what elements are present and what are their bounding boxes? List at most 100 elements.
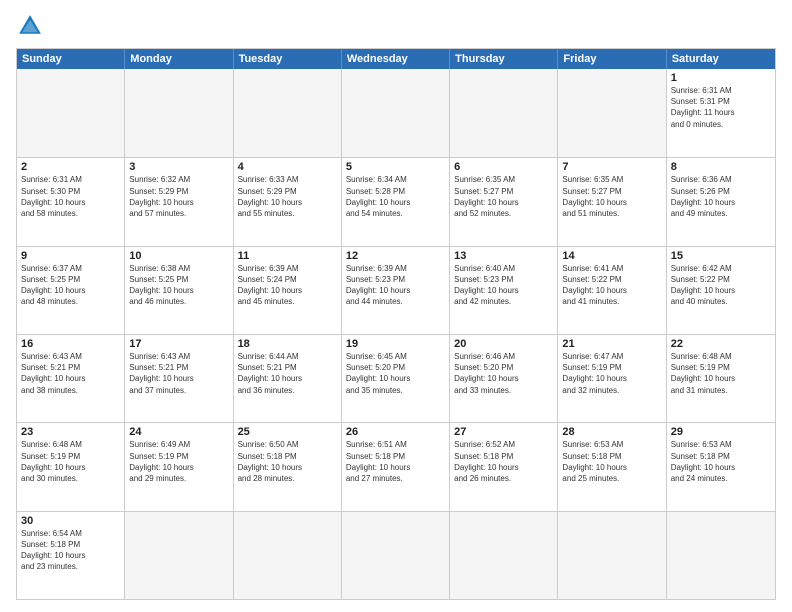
calendar-cell: 11Sunrise: 6:39 AM Sunset: 5:24 PM Dayli… <box>234 247 342 334</box>
day-number: 7 <box>562 161 661 173</box>
calendar-cell <box>125 512 233 599</box>
day-info: Sunrise: 6:51 AM Sunset: 5:18 PM Dayligh… <box>346 439 445 484</box>
calendar-cell: 9Sunrise: 6:37 AM Sunset: 5:25 PM Daylig… <box>17 247 125 334</box>
day-info: Sunrise: 6:33 AM Sunset: 5:29 PM Dayligh… <box>238 174 337 219</box>
day-info: Sunrise: 6:42 AM Sunset: 5:22 PM Dayligh… <box>671 263 771 308</box>
day-number: 21 <box>562 338 661 350</box>
calendar-cell: 18Sunrise: 6:44 AM Sunset: 5:21 PM Dayli… <box>234 335 342 422</box>
day-number: 11 <box>238 250 337 262</box>
day-number: 24 <box>129 426 228 438</box>
day-info: Sunrise: 6:52 AM Sunset: 5:18 PM Dayligh… <box>454 439 553 484</box>
day-info: Sunrise: 6:32 AM Sunset: 5:29 PM Dayligh… <box>129 174 228 219</box>
day-info: Sunrise: 6:31 AM Sunset: 5:30 PM Dayligh… <box>21 174 120 219</box>
calendar-cell: 1Sunrise: 6:31 AM Sunset: 5:31 PM Daylig… <box>667 69 775 157</box>
logo <box>16 12 48 40</box>
calendar-cell: 6Sunrise: 6:35 AM Sunset: 5:27 PM Daylig… <box>450 158 558 245</box>
calendar-cell <box>558 69 666 157</box>
calendar-row-2: 9Sunrise: 6:37 AM Sunset: 5:25 PM Daylig… <box>17 246 775 334</box>
day-number: 1 <box>671 72 771 84</box>
day-info: Sunrise: 6:39 AM Sunset: 5:23 PM Dayligh… <box>346 263 445 308</box>
calendar-cell: 26Sunrise: 6:51 AM Sunset: 5:18 PM Dayli… <box>342 423 450 510</box>
day-number: 30 <box>21 515 120 527</box>
calendar-cell <box>450 69 558 157</box>
day-number: 17 <box>129 338 228 350</box>
calendar-cell <box>17 69 125 157</box>
day-number: 8 <box>671 161 771 173</box>
day-number: 15 <box>671 250 771 262</box>
calendar-cell: 19Sunrise: 6:45 AM Sunset: 5:20 PM Dayli… <box>342 335 450 422</box>
calendar-cell <box>450 512 558 599</box>
calendar-cell: 23Sunrise: 6:48 AM Sunset: 5:19 PM Dayli… <box>17 423 125 510</box>
day-info: Sunrise: 6:37 AM Sunset: 5:25 PM Dayligh… <box>21 263 120 308</box>
day-info: Sunrise: 6:31 AM Sunset: 5:31 PM Dayligh… <box>671 85 771 130</box>
calendar-row-3: 16Sunrise: 6:43 AM Sunset: 5:21 PM Dayli… <box>17 334 775 422</box>
weekday-header-wednesday: Wednesday <box>342 49 450 69</box>
weekday-header-tuesday: Tuesday <box>234 49 342 69</box>
day-info: Sunrise: 6:44 AM Sunset: 5:21 PM Dayligh… <box>238 351 337 396</box>
day-info: Sunrise: 6:35 AM Sunset: 5:27 PM Dayligh… <box>454 174 553 219</box>
calendar-cell: 15Sunrise: 6:42 AM Sunset: 5:22 PM Dayli… <box>667 247 775 334</box>
day-number: 28 <box>562 426 661 438</box>
day-number: 25 <box>238 426 337 438</box>
day-info: Sunrise: 6:53 AM Sunset: 5:18 PM Dayligh… <box>562 439 661 484</box>
calendar-cell: 12Sunrise: 6:39 AM Sunset: 5:23 PM Dayli… <box>342 247 450 334</box>
day-number: 20 <box>454 338 553 350</box>
calendar-cell: 20Sunrise: 6:46 AM Sunset: 5:20 PM Dayli… <box>450 335 558 422</box>
calendar: SundayMondayTuesdayWednesdayThursdayFrid… <box>16 48 776 600</box>
calendar-cell: 30Sunrise: 6:54 AM Sunset: 5:18 PM Dayli… <box>17 512 125 599</box>
calendar-body: 1Sunrise: 6:31 AM Sunset: 5:31 PM Daylig… <box>17 69 775 599</box>
calendar-row-5: 30Sunrise: 6:54 AM Sunset: 5:18 PM Dayli… <box>17 511 775 599</box>
calendar-row-4: 23Sunrise: 6:48 AM Sunset: 5:19 PM Dayli… <box>17 422 775 510</box>
day-info: Sunrise: 6:50 AM Sunset: 5:18 PM Dayligh… <box>238 439 337 484</box>
calendar-cell: 10Sunrise: 6:38 AM Sunset: 5:25 PM Dayli… <box>125 247 233 334</box>
header <box>16 12 776 40</box>
calendar-cell: 27Sunrise: 6:52 AM Sunset: 5:18 PM Dayli… <box>450 423 558 510</box>
calendar-cell: 4Sunrise: 6:33 AM Sunset: 5:29 PM Daylig… <box>234 158 342 245</box>
weekday-header-monday: Monday <box>125 49 233 69</box>
weekday-header-saturday: Saturday <box>667 49 775 69</box>
day-number: 9 <box>21 250 120 262</box>
calendar-cell <box>234 69 342 157</box>
calendar-cell: 5Sunrise: 6:34 AM Sunset: 5:28 PM Daylig… <box>342 158 450 245</box>
day-info: Sunrise: 6:48 AM Sunset: 5:19 PM Dayligh… <box>671 351 771 396</box>
day-number: 3 <box>129 161 228 173</box>
day-info: Sunrise: 6:47 AM Sunset: 5:19 PM Dayligh… <box>562 351 661 396</box>
calendar-cell: 17Sunrise: 6:43 AM Sunset: 5:21 PM Dayli… <box>125 335 233 422</box>
day-info: Sunrise: 6:53 AM Sunset: 5:18 PM Dayligh… <box>671 439 771 484</box>
calendar-row-1: 2Sunrise: 6:31 AM Sunset: 5:30 PM Daylig… <box>17 157 775 245</box>
calendar-cell <box>342 512 450 599</box>
day-info: Sunrise: 6:41 AM Sunset: 5:22 PM Dayligh… <box>562 263 661 308</box>
calendar-cell: 16Sunrise: 6:43 AM Sunset: 5:21 PM Dayli… <box>17 335 125 422</box>
calendar-cell: 2Sunrise: 6:31 AM Sunset: 5:30 PM Daylig… <box>17 158 125 245</box>
calendar-cell: 7Sunrise: 6:35 AM Sunset: 5:27 PM Daylig… <box>558 158 666 245</box>
day-number: 5 <box>346 161 445 173</box>
calendar-cell <box>234 512 342 599</box>
weekday-header-thursday: Thursday <box>450 49 558 69</box>
day-info: Sunrise: 6:49 AM Sunset: 5:19 PM Dayligh… <box>129 439 228 484</box>
calendar-cell: 25Sunrise: 6:50 AM Sunset: 5:18 PM Dayli… <box>234 423 342 510</box>
logo-icon <box>16 12 44 40</box>
day-info: Sunrise: 6:43 AM Sunset: 5:21 PM Dayligh… <box>129 351 228 396</box>
day-number: 16 <box>21 338 120 350</box>
calendar-cell <box>558 512 666 599</box>
calendar-cell: 3Sunrise: 6:32 AM Sunset: 5:29 PM Daylig… <box>125 158 233 245</box>
calendar-cell: 28Sunrise: 6:53 AM Sunset: 5:18 PM Dayli… <box>558 423 666 510</box>
page: SundayMondayTuesdayWednesdayThursdayFrid… <box>0 0 792 612</box>
day-info: Sunrise: 6:40 AM Sunset: 5:23 PM Dayligh… <box>454 263 553 308</box>
day-info: Sunrise: 6:48 AM Sunset: 5:19 PM Dayligh… <box>21 439 120 484</box>
calendar-cell <box>667 512 775 599</box>
calendar-cell: 13Sunrise: 6:40 AM Sunset: 5:23 PM Dayli… <box>450 247 558 334</box>
calendar-cell <box>342 69 450 157</box>
day-info: Sunrise: 6:38 AM Sunset: 5:25 PM Dayligh… <box>129 263 228 308</box>
day-info: Sunrise: 6:36 AM Sunset: 5:26 PM Dayligh… <box>671 174 771 219</box>
day-info: Sunrise: 6:39 AM Sunset: 5:24 PM Dayligh… <box>238 263 337 308</box>
calendar-header: SundayMondayTuesdayWednesdayThursdayFrid… <box>17 49 775 69</box>
day-number: 23 <box>21 426 120 438</box>
day-info: Sunrise: 6:43 AM Sunset: 5:21 PM Dayligh… <box>21 351 120 396</box>
calendar-row-0: 1Sunrise: 6:31 AM Sunset: 5:31 PM Daylig… <box>17 69 775 157</box>
calendar-cell: 21Sunrise: 6:47 AM Sunset: 5:19 PM Dayli… <box>558 335 666 422</box>
day-info: Sunrise: 6:34 AM Sunset: 5:28 PM Dayligh… <box>346 174 445 219</box>
day-number: 10 <box>129 250 228 262</box>
day-number: 19 <box>346 338 445 350</box>
day-number: 18 <box>238 338 337 350</box>
